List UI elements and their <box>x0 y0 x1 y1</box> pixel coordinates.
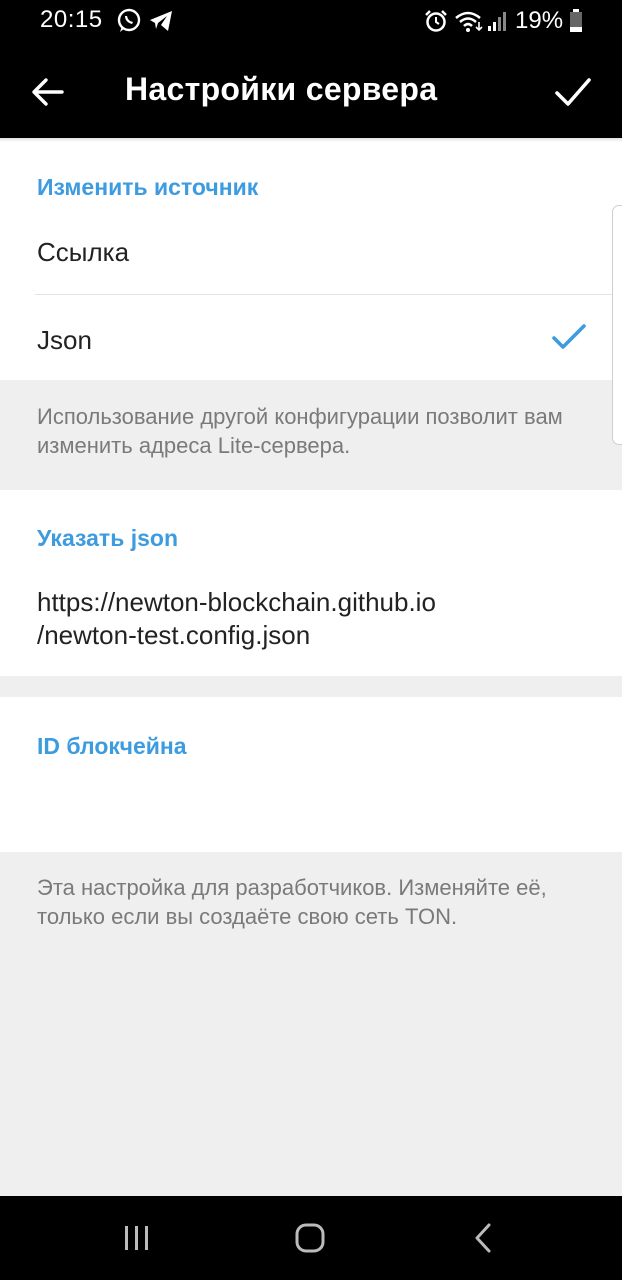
back-arrow-icon[interactable] <box>30 74 66 110</box>
whatsapp-icon <box>117 8 141 32</box>
json-section: Указать json https://newton-blockchain.g… <box>0 490 622 676</box>
wifi-icon <box>455 11 483 32</box>
app-bar: Настройки сервера <box>0 44 622 138</box>
telegram-icon <box>150 11 172 31</box>
recent-apps-icon[interactable] <box>117 1218 157 1258</box>
selected-check-icon <box>552 324 586 349</box>
source-option-label: Json <box>37 325 92 355</box>
source-section-header: Изменить источник <box>37 174 259 200</box>
json-url-field[interactable]: https://newton-blockchain.github.io /new… <box>37 586 597 652</box>
signal-icon <box>488 12 506 31</box>
page-title: Настройки сервера <box>125 71 438 107</box>
home-icon[interactable] <box>290 1218 330 1258</box>
json-url-line: https://newton-blockchain.github.io <box>37 587 436 617</box>
alarm-icon <box>425 10 447 32</box>
json-section-header: Указать json <box>37 525 179 551</box>
status-time: 20:15 <box>40 6 103 33</box>
source-section: Изменить источник Ссылка Json <box>0 138 622 380</box>
source-option-json[interactable]: Json <box>0 295 622 380</box>
appbar-shadow <box>0 138 622 142</box>
scroll-edge-handle[interactable] <box>612 205 622 445</box>
source-option-label: Ссылка <box>37 237 130 267</box>
battery-icon <box>570 9 582 32</box>
blockchain-id-field[interactable] <box>37 787 597 827</box>
source-hint: Использование другой конфигурации позвол… <box>37 404 563 458</box>
blockchain-id-header: ID блокчейна <box>37 733 187 759</box>
source-option-link[interactable]: Ссылка <box>0 210 622 294</box>
status-bar: 20:15 19% <box>0 0 622 44</box>
json-url-line: /newton-test.config.json <box>37 620 311 650</box>
blockchain-id-section: ID блокчейна <box>0 697 622 852</box>
done-check-icon[interactable] <box>552 72 594 112</box>
nav-back-icon[interactable] <box>464 1218 504 1258</box>
battery-percentage: 19% <box>515 7 564 34</box>
system-nav-bar <box>0 1196 622 1280</box>
blockchain-hint: Эта настройка для разработчиков. Изменяй… <box>37 875 547 929</box>
